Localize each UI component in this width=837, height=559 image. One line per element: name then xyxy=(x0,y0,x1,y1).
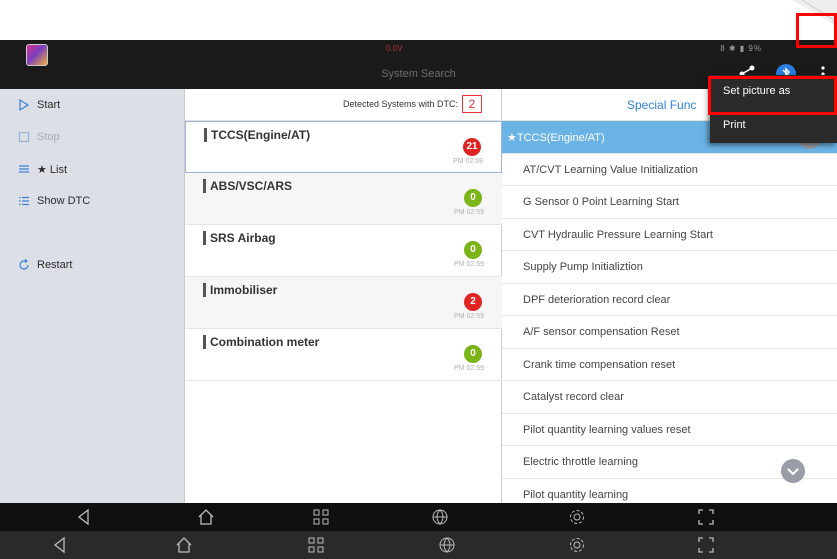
scan-time: PM 02:59 xyxy=(454,261,484,268)
system-name: ABS/VSC/ARS xyxy=(210,179,293,193)
row-marker xyxy=(203,283,206,297)
func-item-label: Pilot quantity learning values reset xyxy=(523,423,691,436)
sidebar-item-stop[interactable]: Stop xyxy=(0,121,185,153)
highlight-box-set-picture xyxy=(708,76,837,115)
dtc-count-badge: 2 xyxy=(462,95,482,113)
play-outline-icon xyxy=(19,99,30,111)
home-icon[interactable] xyxy=(175,536,193,554)
sidebar-item-list[interactable]: ★ List xyxy=(0,153,185,185)
row-marker xyxy=(203,179,206,193)
row-marker xyxy=(203,231,206,245)
sidebar-item-label: ★ List xyxy=(37,164,68,176)
apps-grid-icon[interactable] xyxy=(312,508,330,526)
func-item-label: CVT Hydraulic Pressure Learning Start xyxy=(523,228,713,241)
func-item[interactable]: A/F sensor compensation Reset xyxy=(502,316,837,349)
dtc-count-badge: 0 xyxy=(464,241,482,259)
globe-icon[interactable] xyxy=(431,508,449,526)
navigation-bar xyxy=(0,503,837,531)
sidebar-item-label: Restart xyxy=(37,259,73,271)
systems-header: Detected Systems with DTC: 2 xyxy=(185,89,502,121)
func-item[interactable]: CVT Hydraulic Pressure Learning Start xyxy=(502,219,837,251)
apps-grid-icon[interactable] xyxy=(307,536,325,554)
func-item[interactable]: Supply Pump Initializtion xyxy=(502,251,837,284)
func-item-label: G Sensor 0 Point Learning Start xyxy=(523,196,679,208)
menu-item-label: Print xyxy=(723,119,746,131)
app-icon[interactable] xyxy=(26,44,48,66)
screen: 0.0V 8 ✱ ▮ 9% System Search Start Stop ★… xyxy=(0,0,837,559)
system-name: Combination meter xyxy=(210,335,320,349)
status-bar: 0.0V 8 ✱ ▮ 9% xyxy=(0,40,837,66)
dtc-count-badge: 21 xyxy=(463,138,481,156)
systems-panel: Detected Systems with DTC: 2 TCCS(Engine… xyxy=(185,89,502,503)
func-item[interactable]: G Sensor 0 Point Learning Start xyxy=(502,186,837,219)
special-func-panel: Special Func ★TCCS(Engine/AT) AT/CVT Lea… xyxy=(502,89,837,511)
func-item-label: ★TCCS(Engine/AT) xyxy=(507,132,605,144)
globe-icon[interactable] xyxy=(438,536,456,554)
row-marker xyxy=(204,128,207,142)
system-row-srs[interactable]: SRS Airbag 0 PM 02:59 xyxy=(185,225,502,277)
sidebar-item-label: Stop xyxy=(37,131,60,143)
highlight-box-overflow xyxy=(796,13,837,48)
func-item-label: Electric throttle learning xyxy=(523,456,638,468)
dtc-count-badge: 2 xyxy=(464,293,482,311)
scan-time: PM 02:59 xyxy=(454,313,484,320)
func-item[interactable]: Pilot quantity learning values reset xyxy=(502,414,837,446)
dtc-count-badge: 0 xyxy=(464,345,482,363)
func-item-label: Supply Pump Initializtion xyxy=(523,261,643,273)
back-icon[interactable] xyxy=(51,536,69,554)
system-row-tccs[interactable]: TCCS(Engine/AT) 21 PM 02:59 xyxy=(185,121,502,173)
scroll-down-button[interactable] xyxy=(781,459,805,483)
dtc-systems-label: Detected Systems with DTC: xyxy=(342,99,458,109)
func-item-label: A/F sensor compensation Reset xyxy=(523,326,680,338)
func-item[interactable]: Crank time compensation reset xyxy=(502,349,837,381)
scan-time: PM 02:59 xyxy=(454,209,484,216)
scan-time: PM 02:59 xyxy=(453,158,483,165)
sidebar-item-start[interactable]: Start xyxy=(0,89,185,121)
sidebar-item-label: Start xyxy=(37,99,61,111)
system-row-combination-meter[interactable]: Combination meter 0 PM 02:59 xyxy=(185,329,502,381)
scan-time: PM 02:59 xyxy=(454,365,484,372)
sidebar-item-label: Show DTC xyxy=(37,195,91,207)
func-item-label: AT/CVT Learning Value Initialization xyxy=(523,163,698,176)
system-row-abs[interactable]: ABS/VSC/ARS 0 PM 02:59 xyxy=(185,173,502,225)
device-navigation-bar xyxy=(0,531,837,559)
system-name: TCCS(Engine/AT) xyxy=(211,128,311,142)
home-icon[interactable] xyxy=(197,508,215,526)
list-icon xyxy=(19,165,29,173)
sidebar-item-restart[interactable]: Restart xyxy=(0,249,185,281)
system-name: Immobiliser xyxy=(210,283,278,297)
sidebar-item-show-dtc[interactable]: Show DTC xyxy=(0,185,185,217)
stop-square-icon xyxy=(18,131,30,143)
screenshot-icon[interactable] xyxy=(697,508,715,526)
dtc-list-icon xyxy=(19,196,29,206)
system-name: SRS Airbag xyxy=(210,231,276,245)
screenshot-icon[interactable] xyxy=(697,536,715,554)
sidebar: Start Stop ★ List Show DTC Restart xyxy=(0,89,185,503)
func-item-label: Catalyst record clear xyxy=(523,391,624,403)
func-item[interactable]: Catalyst record clear xyxy=(502,381,837,414)
func-item-label: DPF deterioration record clear xyxy=(523,293,671,306)
func-item[interactable]: DPF deterioration record clear xyxy=(502,284,837,316)
chevron-down-icon xyxy=(787,468,799,476)
main-content: Start Stop ★ List Show DTC Restart Detec… xyxy=(0,89,837,511)
func-item-label: Pilot quantity learning xyxy=(523,488,629,501)
func-item[interactable]: AT/CVT Learning Value Initialization xyxy=(502,154,837,186)
settings-gear-icon[interactable] xyxy=(568,508,586,526)
settings-gear-icon[interactable] xyxy=(568,536,586,554)
row-marker xyxy=(203,335,206,349)
special-func-title: Special Func xyxy=(627,98,697,112)
status-icons: 8 ✱ ▮ 9% xyxy=(720,44,762,53)
system-row-immobiliser[interactable]: Immobiliser 2 PM 02:59 xyxy=(185,277,502,329)
voltage-indicator: 0.0V xyxy=(386,44,403,53)
func-item-label: Crank time compensation reset xyxy=(523,358,676,371)
restart-icon xyxy=(19,259,29,270)
dtc-count-badge: 0 xyxy=(464,189,482,207)
back-icon[interactable] xyxy=(75,508,93,526)
